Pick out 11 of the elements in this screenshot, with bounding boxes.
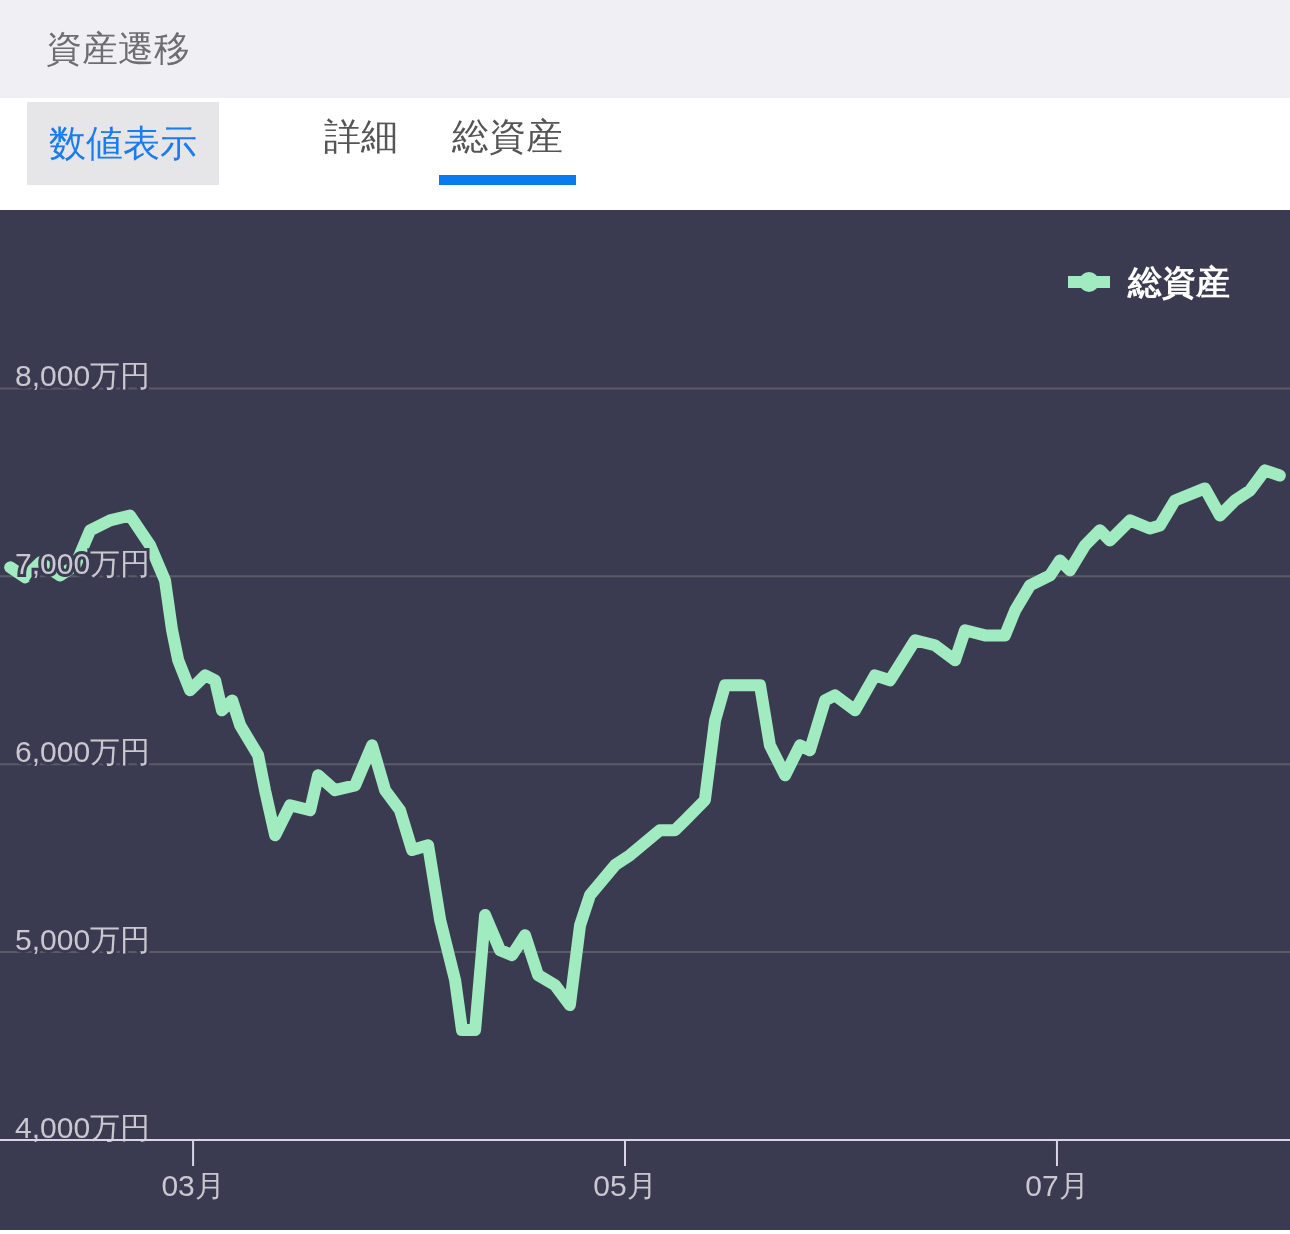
page-title: 資産遷移 <box>46 26 190 71</box>
tab[interactable]: 総資産 <box>439 98 576 185</box>
legend-label: 総資産 <box>1128 263 1230 301</box>
x-axis-label: 07月 <box>1025 1169 1089 1202</box>
x-axis-label: 03月 <box>161 1169 225 1202</box>
x-axis-label: 05月 <box>593 1169 657 1202</box>
tab[interactable]: 詳細 <box>311 98 411 185</box>
y-axis-label: 8,000万円 <box>15 359 151 393</box>
legend-line-icon <box>1068 272 1110 292</box>
y-axis-label: 6,000万円 <box>15 735 151 769</box>
y-axis-label: 5,000万円 <box>15 923 151 957</box>
